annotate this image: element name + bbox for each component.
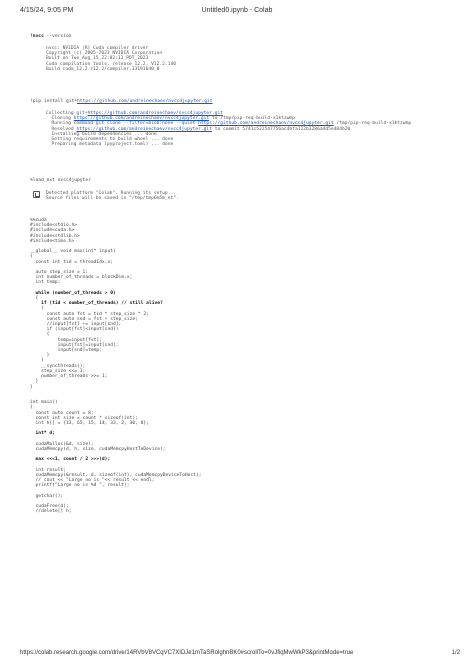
output-text: Preparing metadata (pyproject.toml) ... … (46, 142, 174, 148)
output-line: Preparing metadata (pyproject.toml) ... … (46, 142, 411, 147)
code-cell-nvcc[interactable]: !nvcc --version (30, 34, 72, 39)
output-load-ext: Detected platform "Colab". Running its s… (46, 191, 179, 201)
print-title: Untitled0.ipynb - Colab (201, 7, 273, 14)
nvcc-command: !nvcc (30, 34, 44, 39)
code-cell-pip[interactable]: !pip install git+https://github.com/andr… (30, 99, 213, 104)
output-line: Source files will be saved in "/tmp/tmp6… (46, 196, 179, 202)
code-cell-load-ext[interactable]: %load_ext nvcc4jupyter (30, 178, 91, 183)
code-line: //delete[] h; (30, 509, 72, 515)
print-header: 4/15/24, 9:05 PM Untitled0.ipynb - Colab (0, 7, 474, 21)
page-number: 1/2 (451, 650, 460, 656)
output-nvcc: nvcc: NVIDIA (R) Cuda compiler driver Cop… (46, 46, 176, 72)
nvcc-args: --version (43, 34, 72, 39)
pip-repo-link[interactable]: https://github.com/andreinechaev/nvcc4ju… (77, 99, 213, 104)
output-line: Build cuda_12.2.r12.2/compiler.33191640_… (46, 66, 160, 72)
print-footer: https://colab.research.google.com/drive/… (0, 650, 474, 664)
load-ext-command: %load_ext nvcc4jupyter (30, 178, 91, 183)
output-pip: Collecting git+https://github.com/andrei… (46, 111, 411, 147)
output-text: to commit 5741c522547756ac4bfa122b3286a4… (211, 126, 351, 132)
output-redirect-icon[interactable] (33, 191, 40, 198)
code-cell-cuda[interactable]: %%cuda #include<stdio.h> #include<cuda.h> #… (30, 218, 201, 515)
pip-command: !pip install git+ (30, 99, 78, 104)
print-url: https://colab.research.google.com/drive/… (20, 650, 354, 656)
